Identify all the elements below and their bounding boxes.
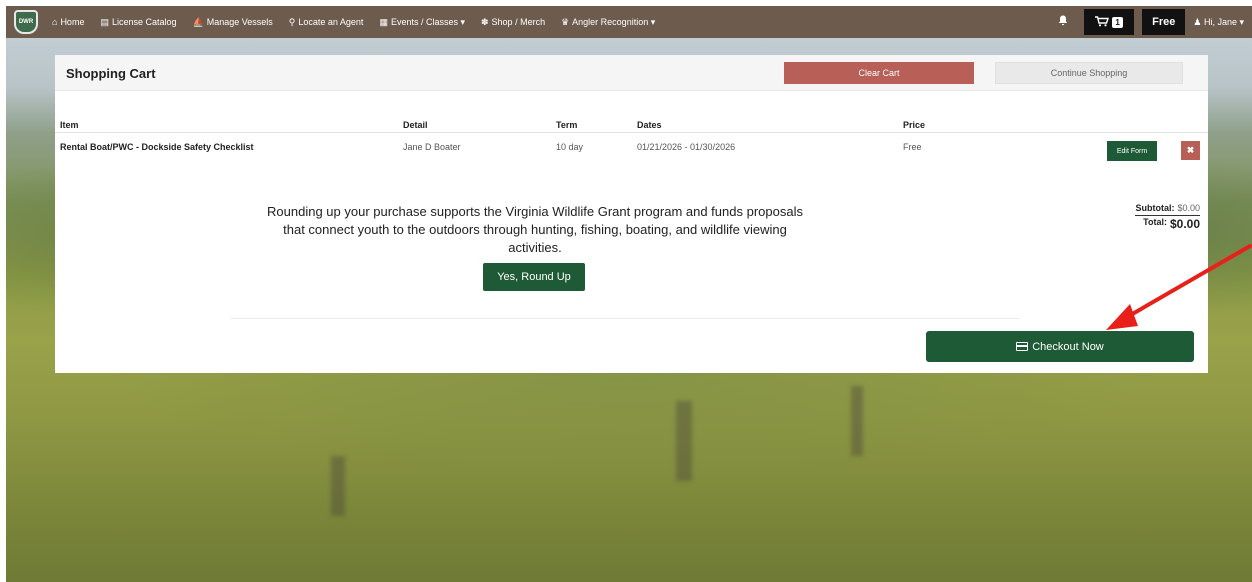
clear-cart-button[interactable]: Clear Cart (784, 62, 974, 84)
cart-item-term: 10 day (556, 142, 584, 152)
subtotal-label: Subtotal: (1135, 203, 1175, 213)
trophy-icon: ♛ (561, 16, 570, 27)
cart-item-detail: Jane D Boater (403, 142, 461, 152)
card-icon: ▤ (100, 16, 109, 27)
calendar-icon: ▦ (379, 16, 388, 27)
panel-header: Shopping Cart Clear Cart Continue Shoppi… (55, 55, 1208, 91)
page-title: Shopping Cart (66, 66, 156, 81)
remove-item-button[interactable]: ✖ (1181, 141, 1200, 160)
boat-icon: ⛵ (192, 16, 204, 27)
location-pin-icon: ⚲ (288, 16, 296, 27)
total-label: Total: (1143, 217, 1167, 227)
column-header-item: Item (60, 120, 79, 130)
cart-item-dates: 01/21/2026 - 01/30/2026 (637, 142, 736, 152)
dwr-logo[interactable]: DWR (14, 10, 38, 34)
top-navbar: DWR ⌂ Home ▤ License Catalog ⛵ Manage Ve… (6, 6, 1252, 38)
column-header-term: Term (556, 120, 578, 130)
background-post (676, 401, 692, 481)
nav-license-catalog[interactable]: ▤ License Catalog (100, 17, 176, 28)
cart-icon (1095, 15, 1110, 29)
cart-button[interactable]: 1 (1084, 9, 1135, 35)
cart-price-label: Free (1142, 9, 1186, 35)
bell-icon[interactable] (1058, 15, 1068, 29)
nav-events-classes[interactable]: ▦ Events / Classes ▾ (379, 17, 465, 28)
shopping-cart-panel: Shopping Cart Clear Cart Continue Shoppi… (55, 55, 1208, 373)
nav-shop-merch[interactable]: ✽ Shop / Merch (481, 17, 545, 28)
round-up-button[interactable]: Yes, Round Up (483, 263, 585, 291)
nav-angler-recognition[interactable]: ♛ Angler Recognition ▾ (561, 17, 655, 28)
user-icon: ♟ (1193, 16, 1202, 27)
gift-icon: ✽ (481, 16, 489, 27)
nav-home[interactable]: ⌂ Home (52, 17, 84, 27)
nav-manage-vessels[interactable]: ⛵ Manage Vessels (193, 17, 273, 28)
cart-item-name: Rental Boat/PWC - Dockside Safety Checkl… (60, 142, 254, 152)
home-icon: ⌂ (52, 17, 58, 27)
total-row: Total: $0.00 (1135, 215, 1200, 231)
cart-count-badge: 1 (1112, 16, 1123, 28)
background-post (851, 386, 863, 456)
subtotal-row: Subtotal: $0.00 (1135, 203, 1200, 213)
continue-shopping-button[interactable]: Continue Shopping (995, 62, 1183, 84)
total-value: $0.00 (1169, 217, 1200, 231)
table-header-divider (55, 132, 1208, 133)
roundup-message: Rounding up your purchase supports the V… (267, 204, 803, 255)
close-icon: ✖ (1186, 145, 1195, 155)
nav-right-group: 1 Free ♟ Hi, Jane ▾ (1058, 6, 1252, 38)
background-post (331, 456, 345, 516)
nav-locate-agent[interactable]: ⚲ Locate an Agent (289, 17, 364, 28)
column-header-dates: Dates (637, 120, 662, 130)
subtotal-value: $0.00 (1177, 203, 1200, 213)
section-divider (230, 318, 1020, 319)
column-header-detail: Detail (403, 120, 428, 130)
cart-totals: Subtotal: $0.00 Total: $0.00 (1135, 203, 1200, 231)
cart-item-price: Free (903, 142, 922, 152)
page-background: DWR ⌂ Home ▤ License Catalog ⛵ Manage Ve… (6, 6, 1252, 582)
credit-card-icon (1016, 342, 1029, 351)
column-header-price: Price (903, 120, 926, 130)
user-menu[interactable]: ♟ Hi, Jane ▾ (1193, 17, 1244, 28)
checkout-now-button[interactable]: Checkout Now (926, 331, 1194, 362)
edit-form-button[interactable]: Edit Form (1107, 141, 1157, 161)
